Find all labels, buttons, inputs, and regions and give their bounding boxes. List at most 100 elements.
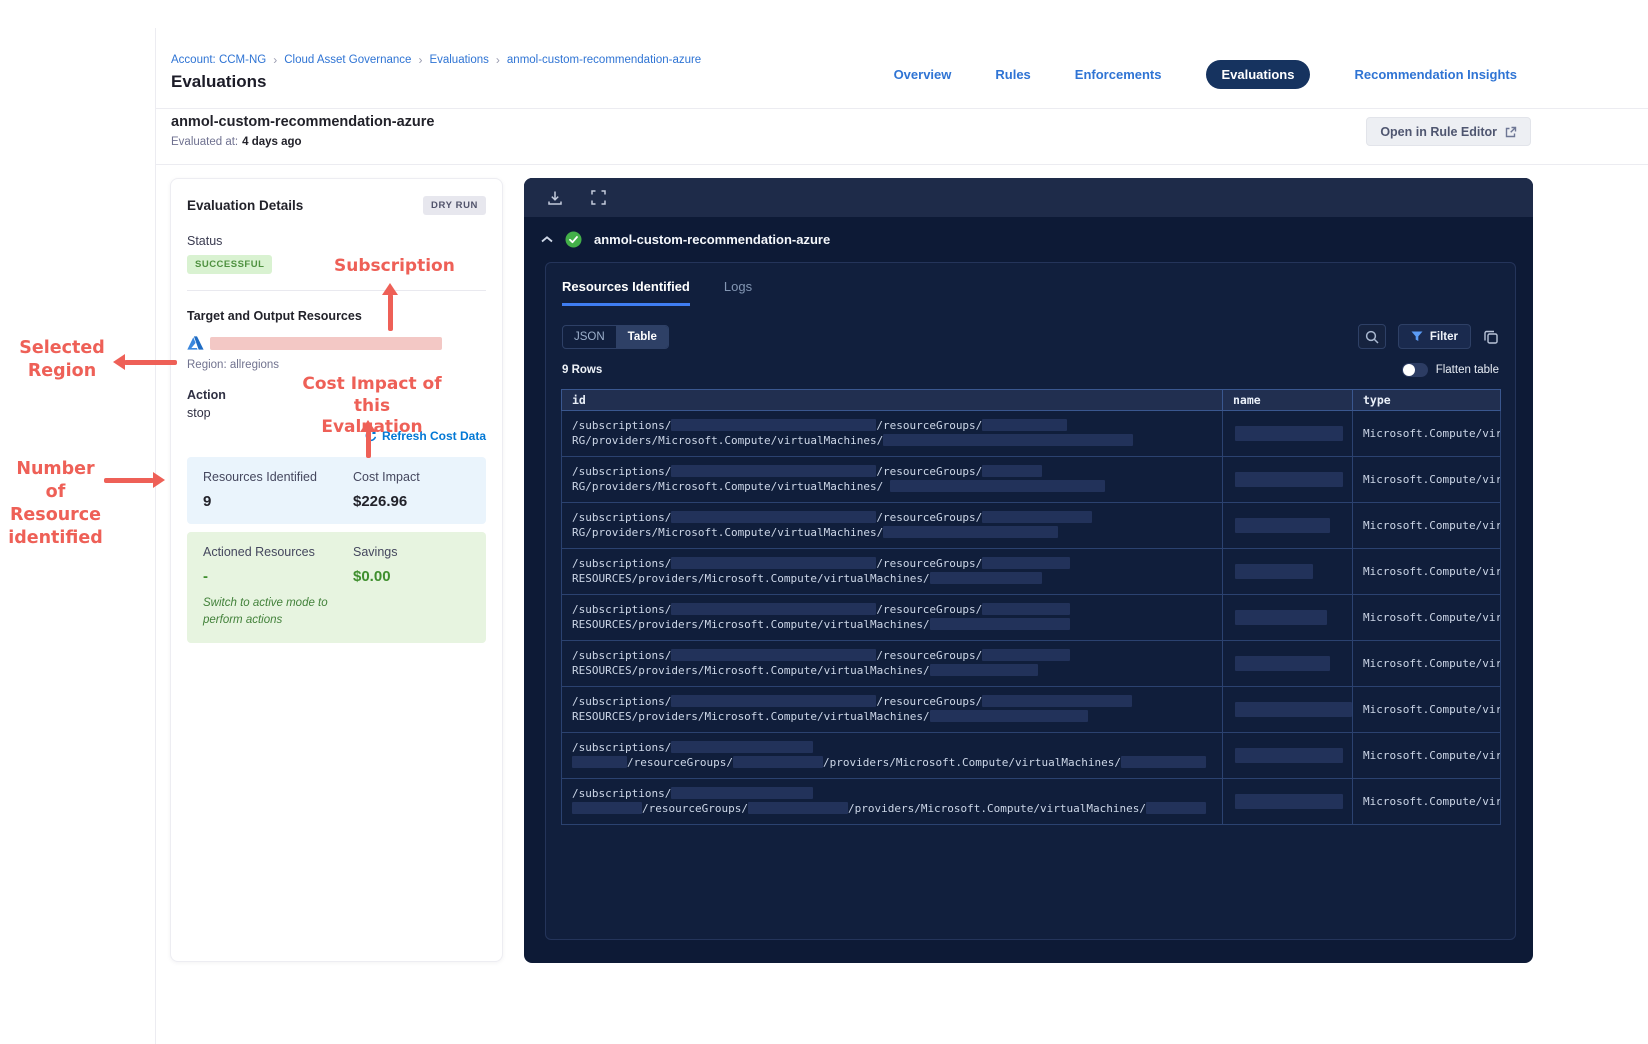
redacted-name-value [1235, 426, 1343, 441]
redacted-value [982, 419, 1068, 431]
redacted-value [1120, 755, 1206, 768]
id-path-line: /subscriptions/ /resourceGroups/ [572, 511, 1212, 526]
type-cell: Microsoft.Compute/virtu [1353, 549, 1500, 594]
type-cell: Microsoft.Compute/virtu [1353, 457, 1500, 502]
filter-funnel-icon [1411, 331, 1423, 342]
evaluation-details-card: Evaluation Details DRY RUN Status SUCCES… [170, 178, 503, 962]
name-cell [1222, 779, 1353, 824]
view-toggle-table[interactable]: Table [616, 325, 668, 348]
view-toggle: JSON Table [562, 324, 669, 349]
breadcrumb-link-evaluations[interactable]: Evaluations [429, 54, 488, 66]
subscription-annotation: Subscription [334, 256, 455, 276]
redacted-value [982, 603, 1071, 615]
type-cell: Microsoft.Compute/virtu [1353, 641, 1500, 686]
status-label: Status [187, 234, 223, 248]
flatten-table-toggle[interactable] [1401, 363, 1428, 377]
table-row: /subscriptions/ /resourceGroups/RESOURCES… [561, 595, 1501, 641]
name-cell [1222, 503, 1353, 548]
column-header-type: type [1363, 393, 1391, 407]
id-path-text: /subscriptions/ [572, 741, 672, 754]
redacted-value [982, 695, 1133, 707]
redacted-name-value [1235, 518, 1330, 533]
redacted-value [982, 557, 1071, 569]
collapse-chevron-icon[interactable] [541, 236, 553, 243]
tab-evaluations[interactable]: Evaluations [1205, 60, 1311, 89]
id-path-line: /subscriptions/ [572, 741, 1212, 756]
results-panel: anmol-custom-recommendation-azure Resour… [524, 178, 1533, 963]
open-rule-editor-button[interactable]: Open in Rule Editor [1366, 117, 1531, 146]
actioned-resources-label: Actioned Resources [203, 545, 315, 559]
actioned-resources-value: - [203, 568, 208, 585]
redacted-value [671, 511, 877, 523]
id-path-text: /resourceGroups/ [876, 465, 983, 478]
redacted-name-value [1235, 656, 1330, 671]
open-rule-editor-label: Open in Rule Editor [1380, 124, 1497, 139]
id-path-line: RESOURCES/providers/Microsoft.Compute/vi… [572, 709, 1212, 725]
breadcrumb-link-governance[interactable]: Cloud Asset Governance [284, 54, 411, 66]
redacted-value [982, 511, 1093, 523]
subscription-annotation-arrow [388, 294, 393, 331]
breadcrumb-link-current[interactable]: anmol-custom-recommendation-azure [507, 54, 701, 66]
selected-region-annotation: Selected Region [19, 338, 105, 381]
name-cell [1222, 457, 1353, 502]
type-value: Microsoft.Compute/virtu [1363, 795, 1500, 808]
tab-logs[interactable]: Logs [724, 279, 752, 306]
tab-overview[interactable]: Overview [894, 67, 952, 82]
evaluated-at: Evaluated at: 4 days ago [171, 136, 302, 148]
savings-label: Savings [353, 545, 398, 559]
results-table-body: /subscriptions//resourceGroups/RG/provid… [561, 411, 1501, 825]
type-value: Microsoft.Compute/virtu [1363, 473, 1500, 486]
copy-icon[interactable] [1483, 329, 1499, 345]
content-left-divider [155, 28, 156, 1044]
table-row: /subscriptions/ /resourceGroups/RESOURCES… [561, 641, 1501, 687]
redacted-value [929, 571, 1042, 584]
evaluation-name-title: anmol-custom-recommendation-azure [171, 114, 435, 130]
resources-identified-value: 9 [203, 493, 212, 510]
header-divider [156, 108, 1648, 109]
evaluated-at-value: 4 days ago [242, 136, 302, 148]
filter-label: Filter [1429, 330, 1458, 343]
table-row: /subscriptions/ /resourceGroups/RESOURCES… [561, 549, 1501, 595]
id-path-text: /subscriptions/ [572, 787, 672, 800]
search-button[interactable] [1357, 324, 1386, 349]
redacted-name-value [1235, 702, 1352, 717]
type-cell: Microsoft.Compute/virtu [1353, 411, 1500, 456]
fullscreen-icon[interactable] [591, 190, 606, 205]
name-cell [1222, 687, 1353, 732]
module-nav: Overview Rules Enforcements Evaluations … [894, 60, 1517, 89]
filter-button[interactable]: Filter [1397, 324, 1471, 349]
region-label: Region: allregions [187, 359, 280, 371]
resource-count-annotation: Number of Resource identified [8, 459, 103, 548]
column-header-name: name [1222, 390, 1353, 410]
breadcrumb-separator: › [418, 53, 423, 67]
type-cell: Microsoft.Compute/virtu [1353, 503, 1500, 548]
redacted-value [929, 617, 1070, 630]
tab-resources-identified[interactable]: Resources Identified [562, 279, 690, 306]
name-cell [1222, 733, 1353, 778]
tab-rules[interactable]: Rules [995, 67, 1030, 82]
results-panel-title: anmol-custom-recommendation-azure [594, 232, 831, 247]
download-icon[interactable] [547, 190, 563, 206]
view-toggle-json[interactable]: JSON [563, 325, 617, 348]
success-check-icon [565, 231, 582, 248]
breadcrumb-separator: › [495, 53, 500, 67]
redacted-value [747, 801, 848, 814]
type-cell: Microsoft.Compute/virtu [1353, 779, 1500, 824]
redacted-value [671, 649, 877, 661]
redacted-value [889, 479, 1105, 492]
results-card: Resources Identified Logs JSON Table Fil… [545, 262, 1516, 940]
cost-impact-value: $226.96 [353, 493, 408, 510]
redacted-name-value [1235, 564, 1313, 579]
id-path-line: RG/providers/Microsoft.Compute/virtualMa… [572, 479, 1212, 495]
id-cell: /subscriptions/ /resourceGroups/RG/provid… [562, 457, 1222, 502]
breadcrumb: Account: CCM-NG › Cloud Asset Governance… [171, 53, 701, 67]
id-path-text: /resourceGroups/ [627, 755, 733, 769]
redacted-value [671, 741, 814, 753]
tab-enforcements[interactable]: Enforcements [1075, 67, 1162, 82]
column-header-id: id [572, 393, 586, 407]
breadcrumb-link-account[interactable]: Account: CCM-NG [171, 54, 266, 66]
redacted-value [671, 603, 877, 615]
id-path-line: RESOURCES/providers/Microsoft.Compute/vi… [572, 663, 1212, 679]
tab-recommendation-insights[interactable]: Recommendation Insights [1354, 67, 1517, 82]
redacted-value [572, 755, 627, 768]
